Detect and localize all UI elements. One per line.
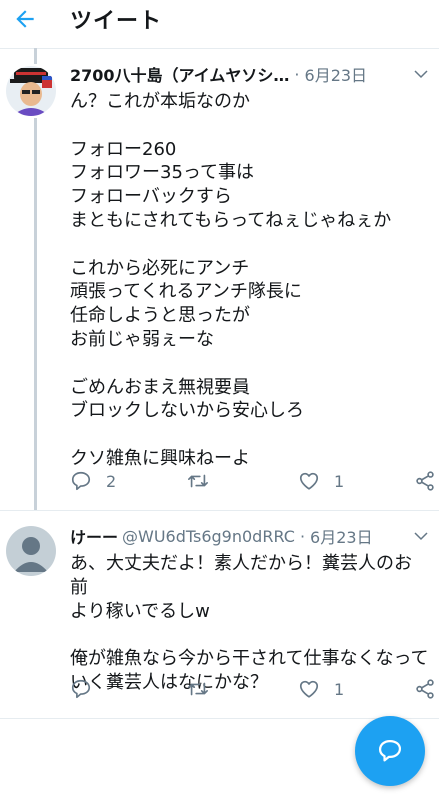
tweet[interactable]: 2700八十島（アイムヤソシ… · 6月23日 ん？これが本垢なのか フォロー2… — [0, 58, 439, 508]
display-name[interactable]: 2700八十島（アイムヤソシ… — [70, 62, 289, 86]
retweet-button[interactable] — [186, 466, 224, 496]
tweet-header: 2700八十島（アイムヤソシ… · 6月23日 — [70, 62, 395, 86]
avatar[interactable] — [6, 526, 56, 576]
share-button[interactable] — [414, 466, 436, 496]
heart-icon — [299, 472, 319, 490]
share-icon — [416, 471, 434, 491]
page-title: ツイート — [70, 9, 163, 34]
tweet[interactable]: けーー @WU6dTs6g9n0dRRC · 6月23日 あ、大丈夫だよ！素人だ… — [0, 518, 439, 718]
reply-count: 2 — [106, 471, 117, 491]
tweet-actions: 1 — [70, 674, 439, 704]
back-button[interactable] — [8, 2, 42, 36]
reply-icon — [71, 679, 91, 699]
back-arrow-icon — [16, 10, 34, 28]
divider — [0, 510, 439, 511]
retweet-button[interactable] — [186, 674, 224, 704]
separator-dot: · — [299, 526, 306, 546]
retweet-icon — [188, 682, 208, 696]
heart-icon — [299, 680, 319, 698]
compose-button[interactable] — [355, 716, 425, 786]
tweet-date[interactable]: 6月23日 — [310, 524, 373, 548]
chevron-down-icon — [414, 70, 428, 79]
like-button[interactable]: 1 — [298, 466, 344, 496]
chevron-down-icon — [414, 532, 428, 541]
reply-button[interactable]: 2 — [70, 466, 116, 496]
tweet-text: ん？これが本垢なのか フォロー260 フォロワー35って事は フォローバックすら… — [70, 91, 392, 469]
separator-dot: · — [294, 64, 300, 84]
tweet-menu-button[interactable] — [409, 62, 433, 86]
top-bar: ツイート — [0, 0, 439, 49]
tweet-date[interactable]: 6月23日 — [305, 62, 368, 86]
tweet-header: けーー @WU6dTs6g9n0dRRC · 6月23日 — [70, 524, 395, 548]
user-handle[interactable]: @WU6dTs6g9n0dRRC — [122, 527, 295, 546]
reply-icon — [71, 471, 91, 491]
share-icon — [416, 679, 434, 699]
like-count: 1 — [334, 679, 345, 699]
share-button[interactable] — [414, 674, 436, 704]
reply-button[interactable] — [70, 674, 106, 704]
like-count: 1 — [334, 471, 345, 491]
tweet-actions: 2 1 — [70, 466, 439, 496]
compose-icon — [378, 739, 402, 762]
like-button[interactable]: 1 — [298, 674, 344, 704]
retweet-icon — [188, 474, 208, 488]
display-name[interactable]: けーー — [70, 524, 118, 548]
tweet-menu-button[interactable] — [409, 524, 433, 548]
avatar[interactable] — [6, 66, 56, 116]
